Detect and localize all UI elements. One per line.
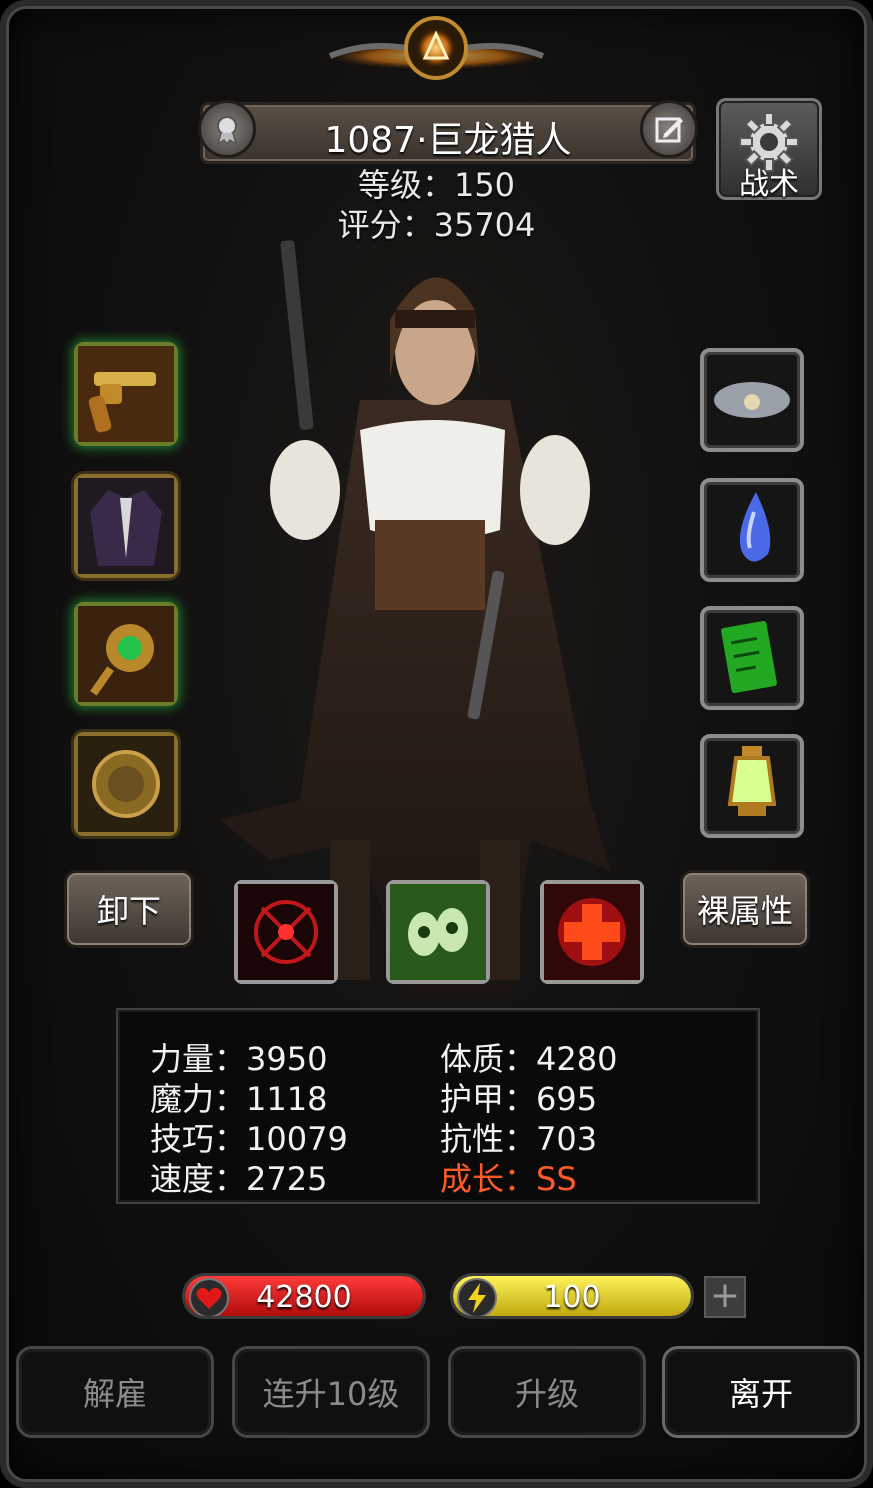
edit-icon bbox=[655, 117, 683, 143]
green-skulls-skill-icon bbox=[390, 884, 486, 980]
hp-bar: 42800 bbox=[182, 1273, 426, 1319]
equip-slot-right-2[interactable] bbox=[700, 478, 804, 582]
equip-slot-medal[interactable] bbox=[74, 732, 178, 836]
unequip-button[interactable]: 卸下 bbox=[64, 870, 194, 948]
skill-slot-3[interactable] bbox=[540, 880, 644, 984]
golden-revolver-icon bbox=[78, 346, 174, 442]
stat-speed: 速度：2725 bbox=[150, 1160, 328, 1198]
medal-icon bbox=[216, 116, 238, 146]
rename-button[interactable] bbox=[640, 100, 698, 158]
blue-crystal-drop-icon bbox=[739, 492, 771, 562]
upgrade-button[interactable]: 升级 bbox=[448, 1346, 646, 1438]
skill-slot-2[interactable] bbox=[386, 880, 490, 984]
equip-slot-accessory[interactable] bbox=[74, 602, 178, 706]
cloud-orb-icon bbox=[714, 382, 790, 418]
coat-armor-icon bbox=[78, 478, 174, 574]
red-target-skill-icon bbox=[238, 884, 334, 980]
tactic-button[interactable]: 战术 bbox=[716, 98, 822, 202]
emerald-brooch-icon bbox=[78, 606, 174, 702]
base-attributes-button[interactable]: 裸属性 bbox=[680, 870, 810, 948]
dismiss-button[interactable]: 解雇 bbox=[16, 1346, 214, 1438]
medal-button[interactable] bbox=[198, 100, 256, 158]
equip-slot-right-3[interactable] bbox=[700, 606, 804, 710]
skill-slot-1[interactable] bbox=[234, 880, 338, 984]
equip-slot-right-1[interactable] bbox=[700, 348, 804, 452]
stats-panel: 力量：3950 体质：4280 魔力：1118 护甲：695 技巧：10079 … bbox=[116, 1008, 760, 1204]
emblem-icon bbox=[324, 16, 548, 80]
hero-name: 1087·巨龙猎人 bbox=[324, 120, 572, 161]
gold-coin-medal-icon bbox=[78, 736, 174, 832]
level-up-10-button[interactable]: 连升10级 bbox=[232, 1346, 430, 1438]
equip-slot-right-4[interactable] bbox=[700, 734, 804, 838]
equip-slot-weapon[interactable] bbox=[74, 342, 178, 446]
green-circuit-card-icon bbox=[721, 620, 777, 694]
energy-value: 100 bbox=[543, 1280, 601, 1315]
leave-button[interactable]: 离开 bbox=[662, 1346, 860, 1438]
equip-slot-armor[interactable] bbox=[74, 474, 178, 578]
red-cross-skill-icon bbox=[544, 884, 640, 980]
hp-value: 42800 bbox=[256, 1280, 352, 1315]
hero-name-bar: 1087·巨龙猎人 bbox=[200, 102, 696, 164]
energy-bar: 100 bbox=[450, 1273, 694, 1319]
green-lantern-icon bbox=[727, 746, 777, 816]
add-energy-button[interactable]: + bbox=[704, 1276, 746, 1318]
tactic-label: 战术 bbox=[739, 167, 799, 202]
stat-growth: 成长：SS bbox=[440, 1160, 577, 1198]
